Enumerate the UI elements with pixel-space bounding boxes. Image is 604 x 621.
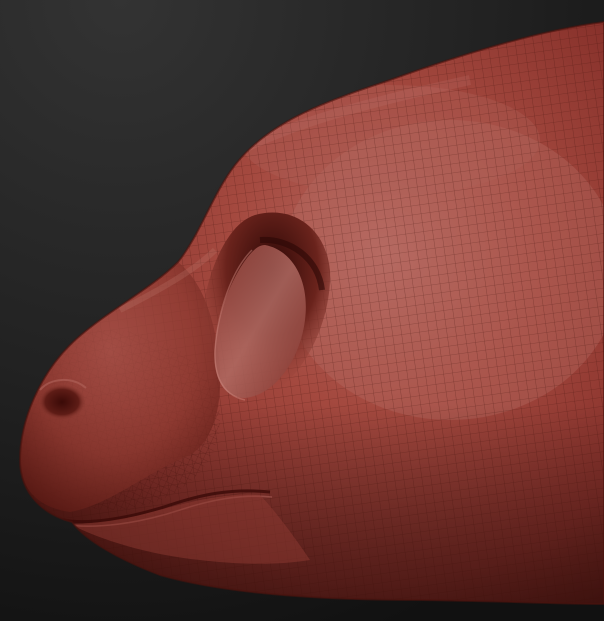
sculpt-render — [0, 0, 604, 621]
3d-viewport[interactable] — [0, 0, 604, 621]
nostril — [38, 384, 86, 420]
